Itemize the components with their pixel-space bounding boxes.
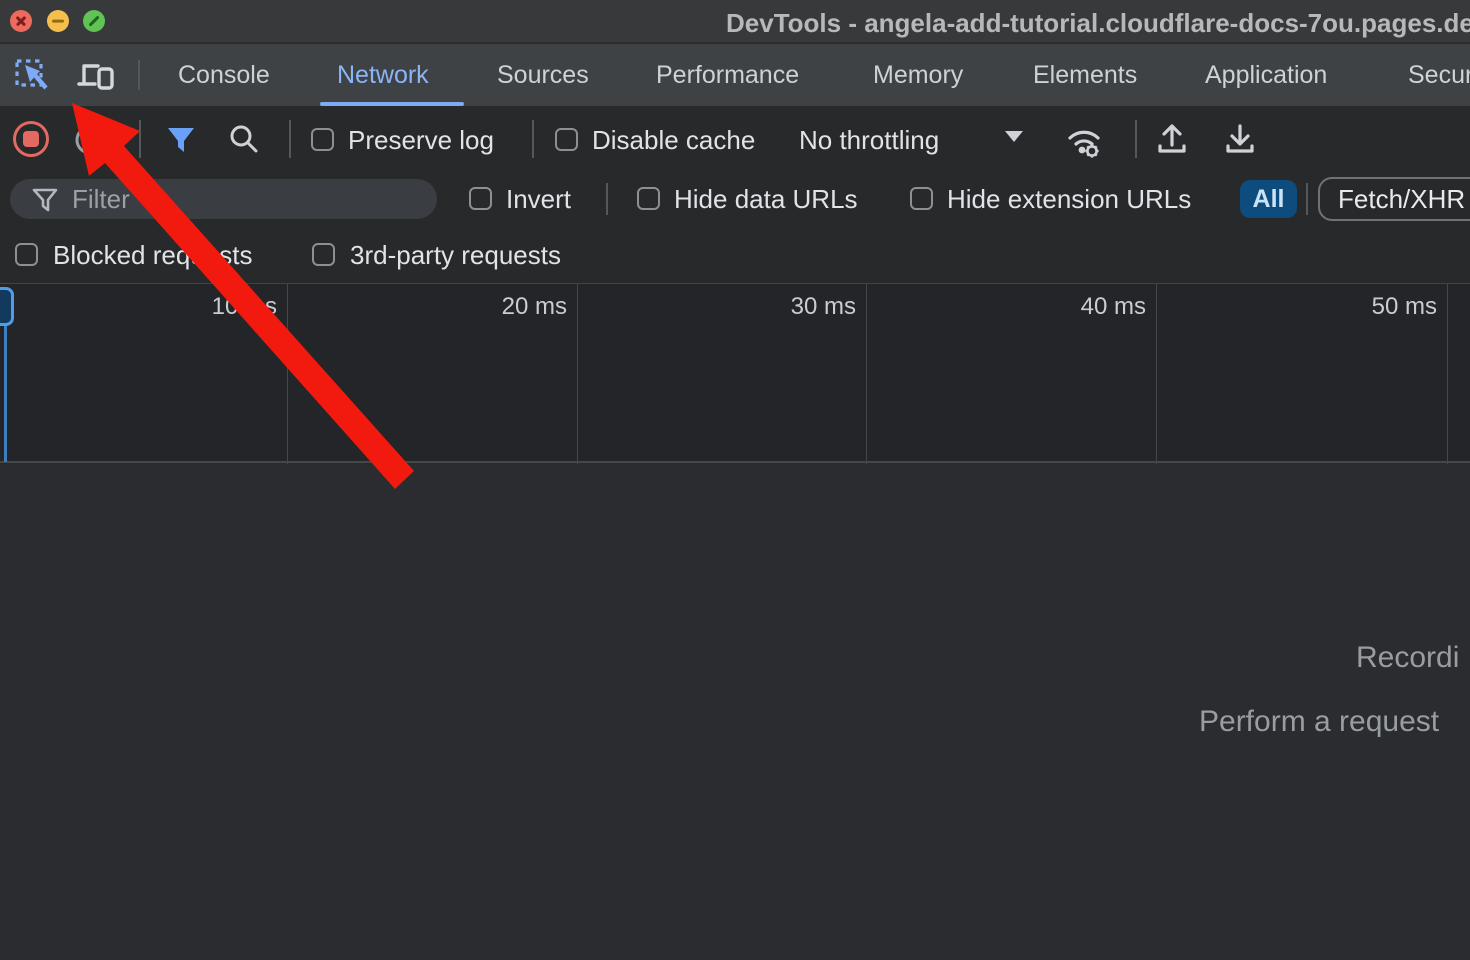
close-window-button[interactable]	[10, 10, 32, 32]
tab-network[interactable]: Network	[337, 44, 429, 106]
tabbar-separator	[138, 60, 140, 90]
tab-performance[interactable]: Performance	[656, 44, 799, 106]
tab-security[interactable]: Security	[1408, 44, 1470, 106]
tab-application[interactable]: Application	[1205, 44, 1327, 106]
filter-input-container[interactable]	[10, 179, 437, 219]
preserve-log-checkbox[interactable]	[311, 128, 334, 151]
minimize-window-button[interactable]	[47, 10, 69, 32]
recording-status-text: Recordi	[1356, 641, 1459, 675]
toolbar-separator	[139, 120, 141, 158]
tab-console[interactable]: Console	[178, 44, 270, 106]
devtools-window: DevTools - angela-add-tutorial.cloudflar…	[0, 0, 1470, 960]
hide-extension-urls-label: Hide extension URLs	[947, 184, 1191, 215]
devtools-tabbar: Console Network Sources Performance Memo…	[0, 44, 1470, 106]
toggle-device-toolbar-button[interactable]	[77, 57, 115, 95]
toolbar-separator	[1135, 120, 1137, 158]
record-stop-icon	[23, 131, 39, 147]
blocked-requests-checkbox[interactable]	[15, 243, 38, 266]
minimize-icon	[52, 20, 64, 23]
blocked-requests-label: Blocked requests	[53, 240, 252, 271]
window-title: DevTools - angela-add-tutorial.cloudflar…	[726, 8, 1470, 39]
record-network-log-button[interactable]	[13, 121, 49, 157]
invert-checkbox[interactable]	[469, 187, 492, 210]
chevron-down-icon[interactable]	[1005, 131, 1023, 142]
third-party-requests-checkbox[interactable]	[312, 243, 335, 266]
inspect-element-button[interactable]	[13, 57, 51, 95]
preserve-log-label: Preserve log	[348, 125, 494, 156]
filter-separator	[606, 183, 608, 215]
perform-request-hint-text: Perform a request	[1199, 705, 1439, 739]
tab-elements[interactable]: Elements	[1033, 44, 1137, 106]
timeline-gridline	[287, 284, 288, 464]
titlebar: DevTools - angela-add-tutorial.cloudflar…	[0, 0, 1470, 43]
request-type-chip-fetch-xhr[interactable]: Fetch/XHR	[1318, 177, 1470, 221]
hide-data-urls-label: Hide data URLs	[674, 184, 858, 215]
network-overview-timeline[interactable]: 10 ms 20 ms 30 ms 40 ms 50 ms	[0, 283, 1470, 463]
tab-sources[interactable]: Sources	[497, 44, 589, 106]
toolbar-separator	[532, 120, 534, 158]
timeline-selection-line	[4, 326, 7, 462]
hide-data-urls-checkbox[interactable]	[637, 187, 660, 210]
disable-cache-checkbox[interactable]	[555, 128, 578, 151]
timeline-tick-label: 10 ms	[117, 293, 277, 321]
zoom-icon	[88, 15, 99, 26]
inspect-element-icon	[13, 57, 51, 95]
filter-funnel-outline-icon	[32, 187, 58, 213]
timeline-selection-handle[interactable]	[0, 287, 14, 326]
tab-memory[interactable]: Memory	[873, 44, 963, 106]
request-type-chip-all[interactable]: All	[1240, 180, 1297, 218]
timeline-tick-label: 20 ms	[407, 293, 567, 321]
timeline-gridline	[1447, 284, 1448, 464]
requests-panel-empty: Recordi Perform a request	[0, 465, 1470, 960]
throttling-select[interactable]: No throttling	[799, 125, 939, 156]
timeline-gridline	[577, 284, 578, 464]
hide-extension-urls-checkbox[interactable]	[910, 187, 933, 210]
zoom-window-button[interactable]	[83, 10, 105, 32]
device-toolbar-icon	[77, 57, 115, 95]
disable-cache-label: Disable cache	[592, 125, 755, 156]
timeline-gridline	[866, 284, 867, 464]
timeline-gridline	[1156, 284, 1157, 464]
filter-input[interactable]	[72, 181, 422, 217]
invert-label: Invert	[506, 184, 571, 215]
toolbar-separator	[289, 120, 291, 158]
filter-separator	[1306, 183, 1308, 215]
timeline-tick-label: 30 ms	[696, 293, 856, 321]
timeline-tick-label: 50 ms	[1277, 293, 1437, 321]
timeline-tick-label: 40 ms	[986, 293, 1146, 321]
third-party-requests-label: 3rd-party requests	[350, 240, 561, 271]
